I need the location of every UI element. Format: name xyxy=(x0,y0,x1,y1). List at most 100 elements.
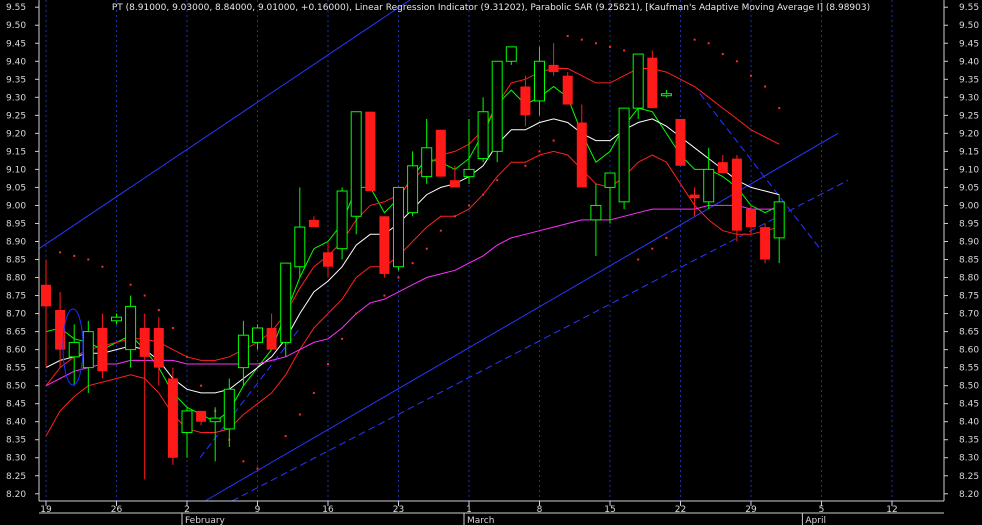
sar-point xyxy=(171,326,174,329)
y-tick-label-left: 8.20 xyxy=(6,490,26,500)
candle-body xyxy=(308,219,319,228)
sar-point xyxy=(453,215,456,218)
candle-body xyxy=(125,305,137,351)
sar-point xyxy=(87,258,90,261)
candle-body xyxy=(463,168,475,178)
y-tick-label-left: 9.40 xyxy=(6,57,26,67)
sar-point xyxy=(580,38,583,41)
candle-body xyxy=(773,201,785,239)
sar-point xyxy=(707,42,710,45)
candle-body xyxy=(153,327,164,368)
y-tick-label-left: 8.85 xyxy=(6,256,26,266)
x-tick-label: 29 xyxy=(745,505,757,515)
candle-body xyxy=(97,327,108,372)
sar-point xyxy=(383,294,386,297)
candle-body xyxy=(632,53,644,109)
chart-title: PT (8.91000, 9.03000, 8.84000, 9.01000, … xyxy=(112,3,870,13)
y-tick-label-right: 9.50 xyxy=(959,21,979,31)
sar-point xyxy=(157,308,160,311)
y-tick-label-left: 9.35 xyxy=(6,75,26,85)
y-tick-label-left: 9.20 xyxy=(6,129,26,139)
y-tick-label-left: 9.15 xyxy=(6,147,26,157)
candle-body xyxy=(505,46,517,62)
y-tick-label-right: 8.40 xyxy=(959,418,979,428)
month-label: February xyxy=(185,516,226,525)
y-tick-label-right: 9.00 xyxy=(959,201,979,211)
candle-body xyxy=(252,327,263,343)
sar-point xyxy=(750,74,752,77)
y-tick-label-left: 8.25 xyxy=(6,472,26,482)
candle-body xyxy=(167,378,178,458)
candle-body xyxy=(41,284,51,307)
x-tick-label: 1 xyxy=(466,505,472,515)
sar-point xyxy=(59,251,62,254)
sar-point xyxy=(73,254,76,257)
candle-body xyxy=(618,107,630,203)
y-tick-label-right: 8.35 xyxy=(959,436,979,446)
y-tick-label-right: 8.90 xyxy=(959,237,979,247)
y-tick-label-right: 8.30 xyxy=(959,454,979,464)
y-tick-label-right: 8.50 xyxy=(959,382,979,392)
x-tick-label: 16 xyxy=(322,505,334,515)
y-tick-label-right: 8.45 xyxy=(959,400,979,410)
y-tick-label-right: 8.55 xyxy=(959,364,979,374)
y-tick-label-right: 8.20 xyxy=(959,490,979,500)
sar-point xyxy=(594,42,597,45)
x-tick-label: 2 xyxy=(184,505,190,515)
price-chart: 8.20 8.20 8.25 8.25 8.30 8.30 8.35 8.35 8.40 8.40… xyxy=(0,0,982,525)
candle-body xyxy=(350,111,362,217)
candle-body xyxy=(196,410,207,422)
sar-point xyxy=(397,276,400,279)
y-tick-label-right: 9.10 xyxy=(959,165,979,175)
sar-point xyxy=(468,204,470,207)
y-tick-label-left: 8.40 xyxy=(6,418,26,428)
sar-point xyxy=(439,229,442,232)
x-tick-label: 26 xyxy=(111,505,123,515)
y-tick-label-right: 8.80 xyxy=(959,274,979,284)
candle-body xyxy=(717,162,728,174)
candle-body xyxy=(209,417,221,423)
candle-body xyxy=(421,147,433,178)
sar-point xyxy=(200,384,203,387)
y-tick-label-left: 8.30 xyxy=(6,454,26,464)
candle-body xyxy=(223,388,235,430)
x-tick-label: 22 xyxy=(675,505,686,515)
y-tick-label-left: 8.60 xyxy=(6,346,26,356)
sar-point xyxy=(693,38,696,41)
sar-point xyxy=(425,247,428,250)
x-tick-label: 23 xyxy=(393,505,404,515)
candle-body xyxy=(379,216,390,274)
candle-body xyxy=(660,93,672,97)
y-tick-label-right: 8.75 xyxy=(959,292,979,302)
candle-body xyxy=(534,60,545,102)
y-tick-label-left: 9.05 xyxy=(6,183,26,193)
y-tick-label-left: 9.55 xyxy=(6,3,26,13)
candle-body xyxy=(647,57,658,109)
sar-point xyxy=(129,283,132,286)
y-tick-label-right: 8.60 xyxy=(959,346,979,356)
candle-body xyxy=(548,64,559,73)
candle-body xyxy=(336,190,348,250)
sar-point xyxy=(256,467,259,470)
candle-body xyxy=(689,194,700,199)
x-tick-label: 9 xyxy=(255,505,261,515)
sar-point xyxy=(651,247,654,250)
sar-point xyxy=(312,391,315,394)
candle-body xyxy=(590,204,602,221)
y-tick-label-left: 8.95 xyxy=(6,219,26,229)
candle-body xyxy=(266,327,277,350)
y-tick-label-left: 8.55 xyxy=(6,364,26,374)
plot-background xyxy=(0,0,982,525)
candle-body xyxy=(435,129,446,177)
y-tick-label-left: 8.80 xyxy=(6,274,26,284)
candle-body xyxy=(323,252,333,267)
y-tick-label-right: 9.30 xyxy=(959,93,979,103)
y-tick-label-right: 9.35 xyxy=(959,75,979,85)
sar-point xyxy=(186,355,188,358)
candle-body xyxy=(562,75,573,105)
candle-body xyxy=(576,122,587,188)
sar-point xyxy=(721,53,724,56)
sar-point xyxy=(538,150,541,153)
sar-point xyxy=(623,49,626,52)
y-tick-label-left: 9.00 xyxy=(6,201,26,211)
